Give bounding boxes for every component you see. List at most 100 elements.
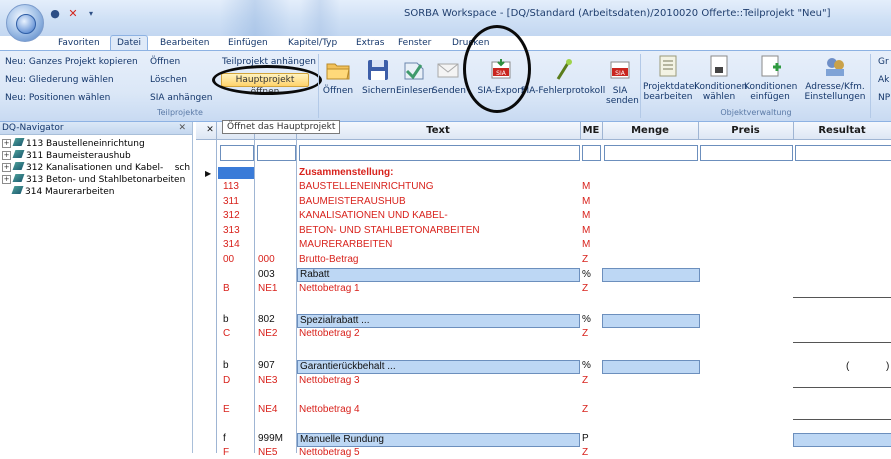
row-me[interactable]: % [582,313,591,326]
row-text[interactable]: MAURERARBEITEN [299,238,392,251]
tree-item-312[interactable]: +312 Kanalisationen und Kabel- sch [0,162,190,173]
row-c1[interactable]: 313 [223,224,240,237]
row-text[interactable]: BAUSTELLENEINRICHTUNG [299,180,433,193]
row-c1[interactable]: E [223,403,230,416]
row-c1[interactable]: D [223,374,230,387]
open-button[interactable]: Öffnen [322,57,354,96]
row-c2[interactable]: 000 [258,253,275,266]
row-me[interactable]: P [582,432,589,445]
menge-input[interactable] [602,268,700,282]
column-header-menge[interactable]: Menge [602,122,698,139]
row-text[interactable]: BETON- UND STAHLBETONARBEITEN [299,224,480,237]
sia-send-button[interactable]: SIA SIA senden [602,57,639,106]
tree-item-311[interactable]: +311 Baumeisteraushub [0,150,131,161]
filter-input-c1[interactable] [220,145,254,161]
select-conditions-button[interactable]: Konditionen wählen [694,53,747,102]
grid-corner-icon[interactable]: ✕ [204,122,216,139]
row-text[interactable]: Manuelle Rundung [300,433,384,446]
row-text[interactable]: Rabatt [300,268,329,281]
ribbon-cutoff-item[interactable]: NP [878,93,890,103]
row-text[interactable]: KANALISATIONEN UND KABEL- [299,209,448,222]
row-c2[interactable]: NE3 [258,374,277,387]
row-text[interactable]: Brutto-Betrag [299,253,358,266]
row-c2[interactable]: 999M [258,432,283,445]
filter-input-resultat[interactable] [795,145,891,161]
import-button[interactable]: Einlesen [396,57,434,96]
tab-kapitel-typ[interactable]: Kapitel/Typ [288,36,337,50]
row-c1[interactable]: 311 [223,195,239,208]
insert-conditions-button[interactable]: Konditionen einfügen [744,53,797,102]
row-me[interactable]: Z [582,253,588,266]
tab-datei[interactable]: Datei [110,35,149,51]
column-header-me[interactable]: ME [580,122,602,139]
tab-favoriten[interactable]: Favoriten [58,36,100,50]
result-input[interactable] [793,433,891,447]
highlight-cell[interactable] [297,268,580,282]
expand-icon[interactable]: + [2,139,11,148]
tree-item-313[interactable]: +313 Beton- und Stahlbetonarbeiten [0,174,185,185]
filter-input-c2[interactable] [257,145,296,161]
save-button[interactable]: Sichern [362,57,396,96]
row-me[interactable]: M [582,238,590,251]
row-c1[interactable]: b [223,313,229,326]
open-subproject-button[interactable]: Öffnen [150,57,180,67]
column-header-resultat[interactable]: Resultat [793,122,891,139]
column-header-preis[interactable]: Preis [698,122,793,139]
new-copy-project-button[interactable]: Neu: Ganzes Projekt kopieren [5,57,138,67]
row-me[interactable]: M [582,180,590,193]
sia-attach-button[interactable]: SIA anhängen [150,93,212,103]
row-text[interactable]: Nettobetrag 1 [299,282,360,295]
address-settings-button[interactable]: Adresse/Kfm. Einstellungen [804,53,866,102]
edit-project-file-button[interactable]: Projektdatei bearbeiten [643,53,697,102]
expand-icon[interactable]: + [2,175,11,184]
row-c1[interactable]: 312 [223,209,240,222]
filter-input-me[interactable] [582,145,601,161]
app-orb-icon[interactable] [6,4,44,42]
row-me[interactable]: M [582,209,590,222]
row-c1[interactable]: f [223,432,226,445]
row-text[interactable]: Nettobetrag 4 [299,403,360,416]
row-me[interactable]: % [582,359,591,372]
row-text[interactable]: Nettobetrag 2 [299,327,360,340]
row-c2[interactable]: 802 [258,313,275,326]
row-c2[interactable]: NE4 [258,403,277,416]
row-text[interactable]: Nettobetrag 3 [299,374,360,387]
row-me[interactable]: Z [582,403,588,416]
row-me[interactable]: M [582,195,590,208]
tab-einfuegen[interactable]: Einfügen [228,36,268,50]
row-text[interactable]: Zusammenstellung: [299,166,393,179]
row-c2[interactable]: 907 [258,359,275,372]
row-me[interactable]: M [582,224,590,237]
new-positions-button[interactable]: Neu: Positionen wählen [5,93,110,103]
tree-item-314[interactable]: 314 Maurerarbeiten [10,186,115,197]
menge-input[interactable] [602,314,700,328]
new-structure-button[interactable]: Neu: Gliederung wählen [5,75,114,85]
tab-fenster[interactable]: Fenster [398,36,431,50]
row-me[interactable]: Z [582,327,588,340]
tab-extras[interactable]: Extras [356,36,384,50]
menge-input[interactable] [602,360,700,374]
navigator-close-icon[interactable]: ✕ [178,122,186,134]
filter-input-menge[interactable] [604,145,698,161]
row-c1[interactable]: b [223,359,229,372]
filter-input-text[interactable] [299,145,580,161]
close-icon[interactable]: ✕ [66,7,80,21]
dropdown-icon[interactable]: ▾ [84,7,98,21]
expand-icon[interactable]: + [2,151,11,160]
sia-error-log-button[interactable]: SIA-Fehlerprotokoll [520,57,606,96]
row-c2[interactable]: NE1 [258,282,277,295]
ribbon-cutoff-item[interactable]: Ak [878,75,889,85]
send-button[interactable]: Senden [432,57,466,96]
row-c1[interactable]: C [223,327,230,340]
row-c2[interactable]: NE2 [258,327,277,340]
expand-icon[interactable]: + [2,163,11,172]
row-me[interactable]: % [582,268,591,281]
row-me[interactable]: Z [582,374,588,387]
tab-bearbeiten[interactable]: Bearbeiten [160,36,209,50]
ribbon-cutoff-item[interactable]: Gr [878,57,889,67]
delete-subproject-button[interactable]: Löschen [150,75,187,85]
filter-input-preis[interactable] [700,145,793,161]
row-text[interactable]: Spezialrabatt ... [300,314,369,327]
row-c2[interactable]: 003 [258,268,275,281]
row-c1[interactable]: 314 [223,238,240,251]
